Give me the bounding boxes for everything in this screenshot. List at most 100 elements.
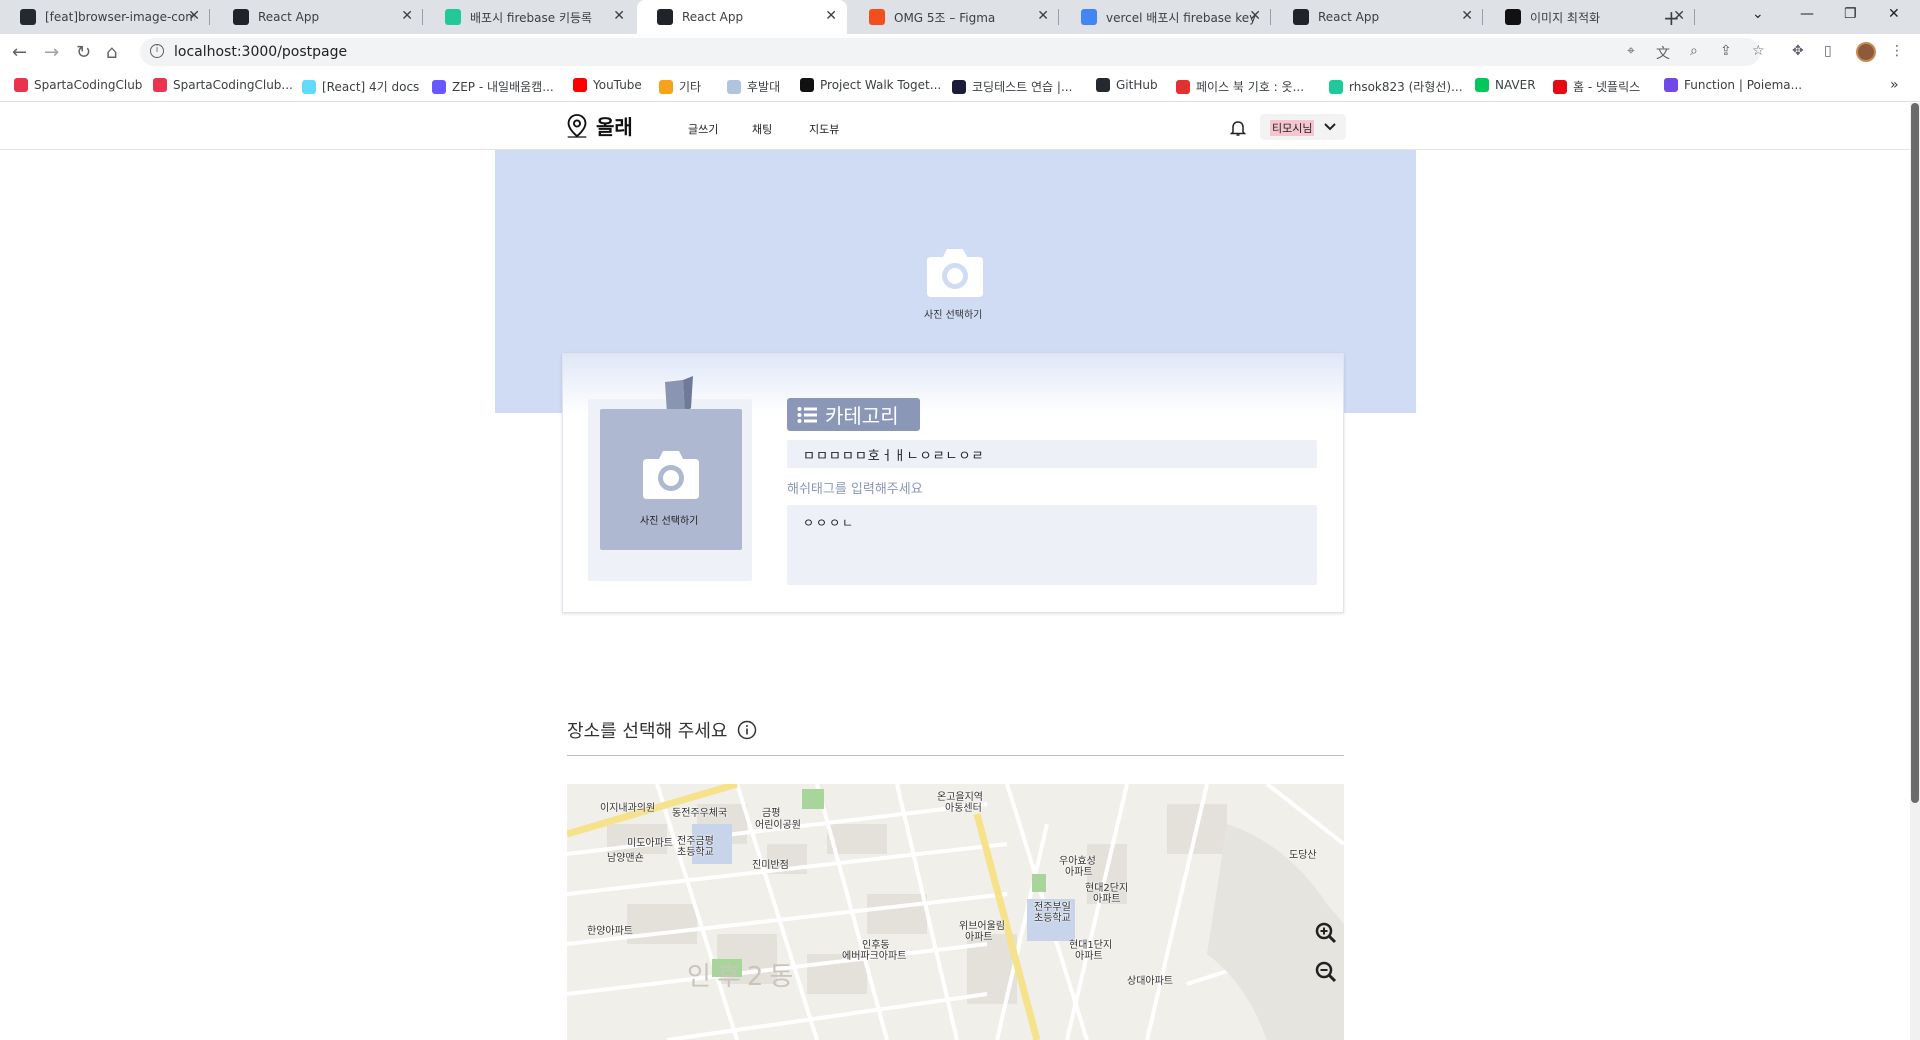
title-input[interactable]: ㅁㅁㅁㅁㅁ호ㅓㅐㄴㅇㄹㄴㅇㄹ [787,440,1317,468]
browser-tab[interactable]: 배포시 firebase 키등록 ✕ [425,0,635,34]
bookmark-favicon-icon [800,78,814,92]
tab-search-icon[interactable]: ⌄ [1752,6,1764,22]
side-panel-icon[interactable]: ▯ [1824,43,1832,59]
bookmark-item[interactable]: [React] 4기 docs [302,78,419,95]
browser-menu-icon[interactable]: ⋮ [1890,43,1904,59]
bookmark-star-icon[interactable]: ☆ [1752,43,1765,59]
reload-icon[interactable]: ↻ [76,42,91,63]
photo-picker[interactable]: 사진 선택하기 [600,409,742,550]
bell-icon[interactable] [1230,119,1246,137]
bookmark-item[interactable]: SpartaCodingClub [14,78,142,92]
location-pin-icon [567,113,587,138]
close-tab-icon[interactable]: ✕ [825,8,837,24]
map-place-label[interactable]: 상대아파트 [1127,972,1173,987]
map-place-label[interactable]: 이지내과의원 [600,799,655,814]
bookmark-item[interactable]: 페이스 북 기호 : 옷... [1176,78,1304,95]
map-place-label[interactable]: 남양맨숀 [607,849,644,864]
bookmark-item[interactable]: 기타 [659,78,701,95]
bookmark-item[interactable]: SpartaCodingClub... [153,78,293,92]
close-tab-icon[interactable]: ✕ [188,8,200,24]
new-tab-icon[interactable]: + [1663,6,1680,30]
map-place-label[interactable]: 아파트 [965,928,993,943]
info-circle-icon[interactable] [737,720,757,740]
close-window-icon[interactable]: ✕ [1888,6,1900,22]
menu-write[interactable]: 글쓰기 [688,121,718,137]
translate-icon[interactable]: 文 [1656,43,1670,63]
tab-title: vercel 배포시 firebase key [1106,10,1256,25]
bookmark-label: 코딩테스트 연습 |... [972,80,1073,94]
tab-separator [1482,9,1483,25]
logo[interactable]: 올래 [566,111,633,140]
user-menu[interactable]: 티모시님 [1260,114,1346,140]
map-place-label[interactable]: 초등학교 [677,843,714,858]
location-icon[interactable]: ⌖ [1627,43,1635,59]
bookmark-item[interactable]: Project Walk Toget... [800,78,941,92]
tab-separator [422,9,423,25]
bookmark-item[interactable]: Function | Poiema... [1664,78,1802,92]
map-place-label[interactable]: 도당산 [1289,846,1317,861]
zoom-out-button[interactable] [1313,959,1339,985]
map-place-label[interactable]: 아파트 [1075,947,1103,962]
bookmark-item[interactable]: 코딩테스트 연습 |... [952,78,1072,95]
zoom-icon[interactable]: ⌕ [1690,43,1698,59]
map-place-label[interactable]: 어린이공원 [755,816,801,831]
content-textarea[interactable]: ㅇㅇㅇㄴ [787,505,1317,585]
bookmark-item[interactable]: YouTube [573,78,642,92]
browser-tab[interactable]: React App ✕ [637,0,847,34]
close-tab-icon[interactable]: ✕ [1037,8,1049,24]
forward-icon[interactable]: → [44,42,59,63]
extensions-icon[interactable]: ✥ [1792,43,1804,59]
map-place-label[interactable]: 아파트 [1093,890,1121,905]
address-url[interactable]: localhost:3000/postpage [174,44,347,60]
category-selector[interactable]: 카테고리 [787,398,920,431]
bookmark-item[interactable]: 후발대 [727,78,780,95]
minimize-icon[interactable]: — [1800,6,1814,22]
browser-tab[interactable]: OMG 5조 – Figma ✕ [849,0,1059,34]
restore-icon[interactable]: ❐ [1844,6,1857,22]
profile-avatar[interactable] [1856,42,1876,62]
tab-separator [1058,9,1059,25]
back-icon[interactable]: ← [12,42,27,63]
bookmark-item[interactable]: GitHub [1096,78,1158,92]
map-place-label[interactable]: 동전주우체국 [672,804,727,819]
map-place-label[interactable]: 한양아파트 [587,922,633,937]
map-place-label[interactable]: 에버파크아파트 [842,947,906,962]
bookmark-item[interactable]: NAVER [1475,78,1536,92]
map-place-label[interactable]: 미도아파트 [627,834,673,849]
tab-separator [1270,9,1271,25]
photo-picker-label: 사진 선택하기 [640,516,699,527]
zoom-in-button[interactable] [1313,920,1339,946]
map-place-label[interactable]: 아동센터 [945,799,982,814]
browser-tab[interactable]: [feat]browser-image-comp ✕ [0,0,210,34]
share-icon[interactable]: ⇪ [1720,43,1732,59]
bookmark-label: 후발대 [747,80,781,94]
camera-icon[interactable] [925,243,985,299]
menu-chat[interactable]: 채팅 [752,121,772,137]
map-place-label[interactable]: 진미반점 [752,856,789,871]
scrollbar-thumb[interactable] [1911,103,1919,803]
bookmark-item[interactable]: ZEP - 내일배움캠... [432,78,554,95]
menu-map-view[interactable]: 지도뷰 [809,121,839,137]
bookmark-item[interactable]: 홈 - 넷플릭스 [1553,78,1640,95]
bookmark-label: SpartaCodingClub... [173,78,293,92]
address-bar[interactable]: i localhost:3000/postpage [140,38,1760,66]
close-tab-icon[interactable]: ✕ [1461,8,1473,24]
more-bookmarks-icon[interactable]: » [1890,77,1899,93]
home-icon[interactable]: ⌂ [106,42,117,63]
site-info-icon[interactable]: i [150,44,164,58]
close-tab-icon[interactable]: ✕ [1249,8,1261,24]
map-view[interactable]: 이지내과의원 동전주우체국 금평 어린이공원 온고을지역 아동센터 미도아파트 전주금평 초등학… [567,784,1344,1040]
map-place-label[interactable]: 초등학교 [1034,909,1071,924]
bookmarks-bar: SpartaCodingClub SpartaCodingClub... [Reac… [0,70,1920,102]
map-place-label[interactable]: 아파트 [1065,863,1093,878]
close-tab-icon[interactable]: ✕ [613,8,625,24]
browser-tab[interactable]: React App ✕ [1273,0,1483,34]
page-scrollbar[interactable] [1910,103,1920,1040]
camera-icon [643,451,699,499]
browser-tab[interactable]: vercel 배포시 firebase key ✕ [1061,0,1271,34]
browser-tab[interactable]: React App ✕ [213,0,423,34]
bookmark-favicon-icon [1553,79,1567,94]
bookmark-item[interactable]: rhsok823 (라형선)... [1329,78,1463,95]
hashtag-input[interactable]: 해쉬태그를 입력해주세요 [787,478,923,497]
close-tab-icon[interactable]: ✕ [401,8,413,24]
